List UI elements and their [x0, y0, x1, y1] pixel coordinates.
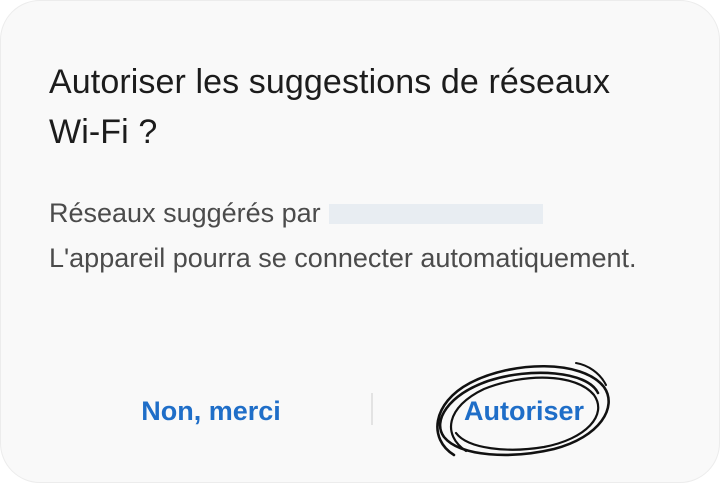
redacted-app-name — [328, 204, 543, 224]
button-divider — [371, 393, 373, 425]
deny-button[interactable]: Non, merci — [111, 381, 311, 441]
allow-button[interactable]: Autoriser — [421, 381, 627, 441]
wifi-suggestion-dialog: Autoriser les suggestions de réseaux Wi-… — [0, 0, 720, 483]
dialog-actions: Non, merci Autoriser — [1, 381, 720, 441]
dialog-message: Réseaux suggérés par L'appareil pourra s… — [49, 191, 669, 281]
dialog-title: Autoriser les suggestions de réseaux Wi-… — [49, 63, 611, 151]
suggested-by-text: Réseaux suggérés par — [49, 198, 321, 228]
auto-connect-text: L'appareil pourra se connecter automatiq… — [49, 243, 637, 273]
